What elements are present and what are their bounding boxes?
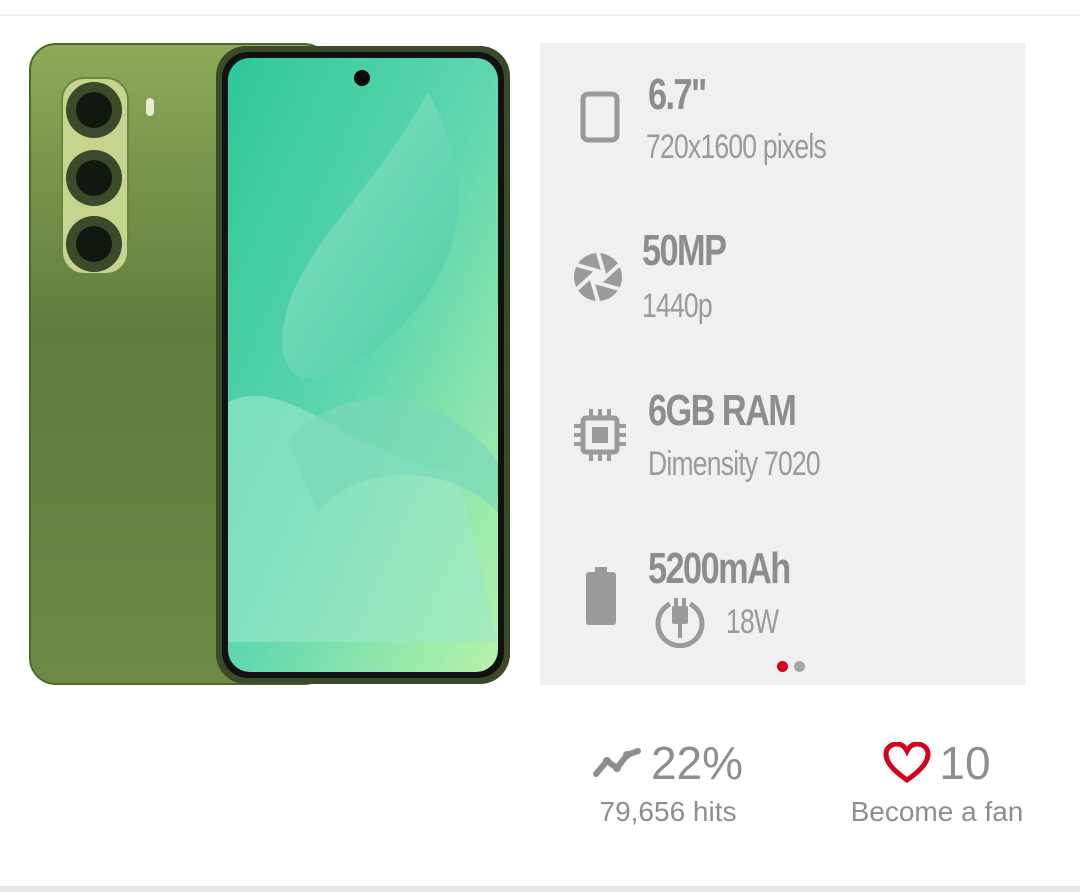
spec-video-resolution: 1440p <box>642 287 713 325</box>
spec-display-resolution: 720x1600 pixels <box>646 128 827 166</box>
screen-size-icon <box>580 91 620 143</box>
hits-count: 79,656 hits <box>599 796 737 827</box>
camera-aperture-icon <box>574 252 622 302</box>
device-image <box>29 43 510 685</box>
specs-panel: 6.7" 720x1600 pixels 50MP 1440p 6GB RAM … <box>540 43 1025 685</box>
top-divider <box>0 14 1080 16</box>
fans-stat[interactable]: 10 Become a fan <box>842 740 1032 828</box>
carousel-dot-2[interactable] <box>794 661 805 672</box>
popularity-value: 22% <box>650 737 744 789</box>
spec-camera-resolution: 50MP <box>642 226 727 275</box>
battery-icon <box>586 567 616 625</box>
become-fan-link[interactable]: Become a fan <box>842 796 1032 828</box>
fans-count: 10 <box>939 737 991 789</box>
bottom-divider <box>0 886 1080 892</box>
spec-charging-speed: 18W <box>726 603 779 641</box>
trend-icon <box>592 748 641 777</box>
spec-battery-capacity: 5200mAh <box>648 544 791 593</box>
heart-icon[interactable] <box>883 742 931 784</box>
charging-plug-icon <box>655 598 705 648</box>
popularity-stat: 22% 79,656 hits <box>586 740 750 828</box>
spec-ram: 6GB RAM <box>648 386 797 435</box>
spec-display-size: 6.7" <box>648 70 707 119</box>
carousel-dots <box>777 661 805 672</box>
chipset-icon <box>574 409 626 461</box>
carousel-dot-1[interactable] <box>777 661 788 672</box>
spec-chipset: Dimensity 7020 <box>648 445 821 483</box>
